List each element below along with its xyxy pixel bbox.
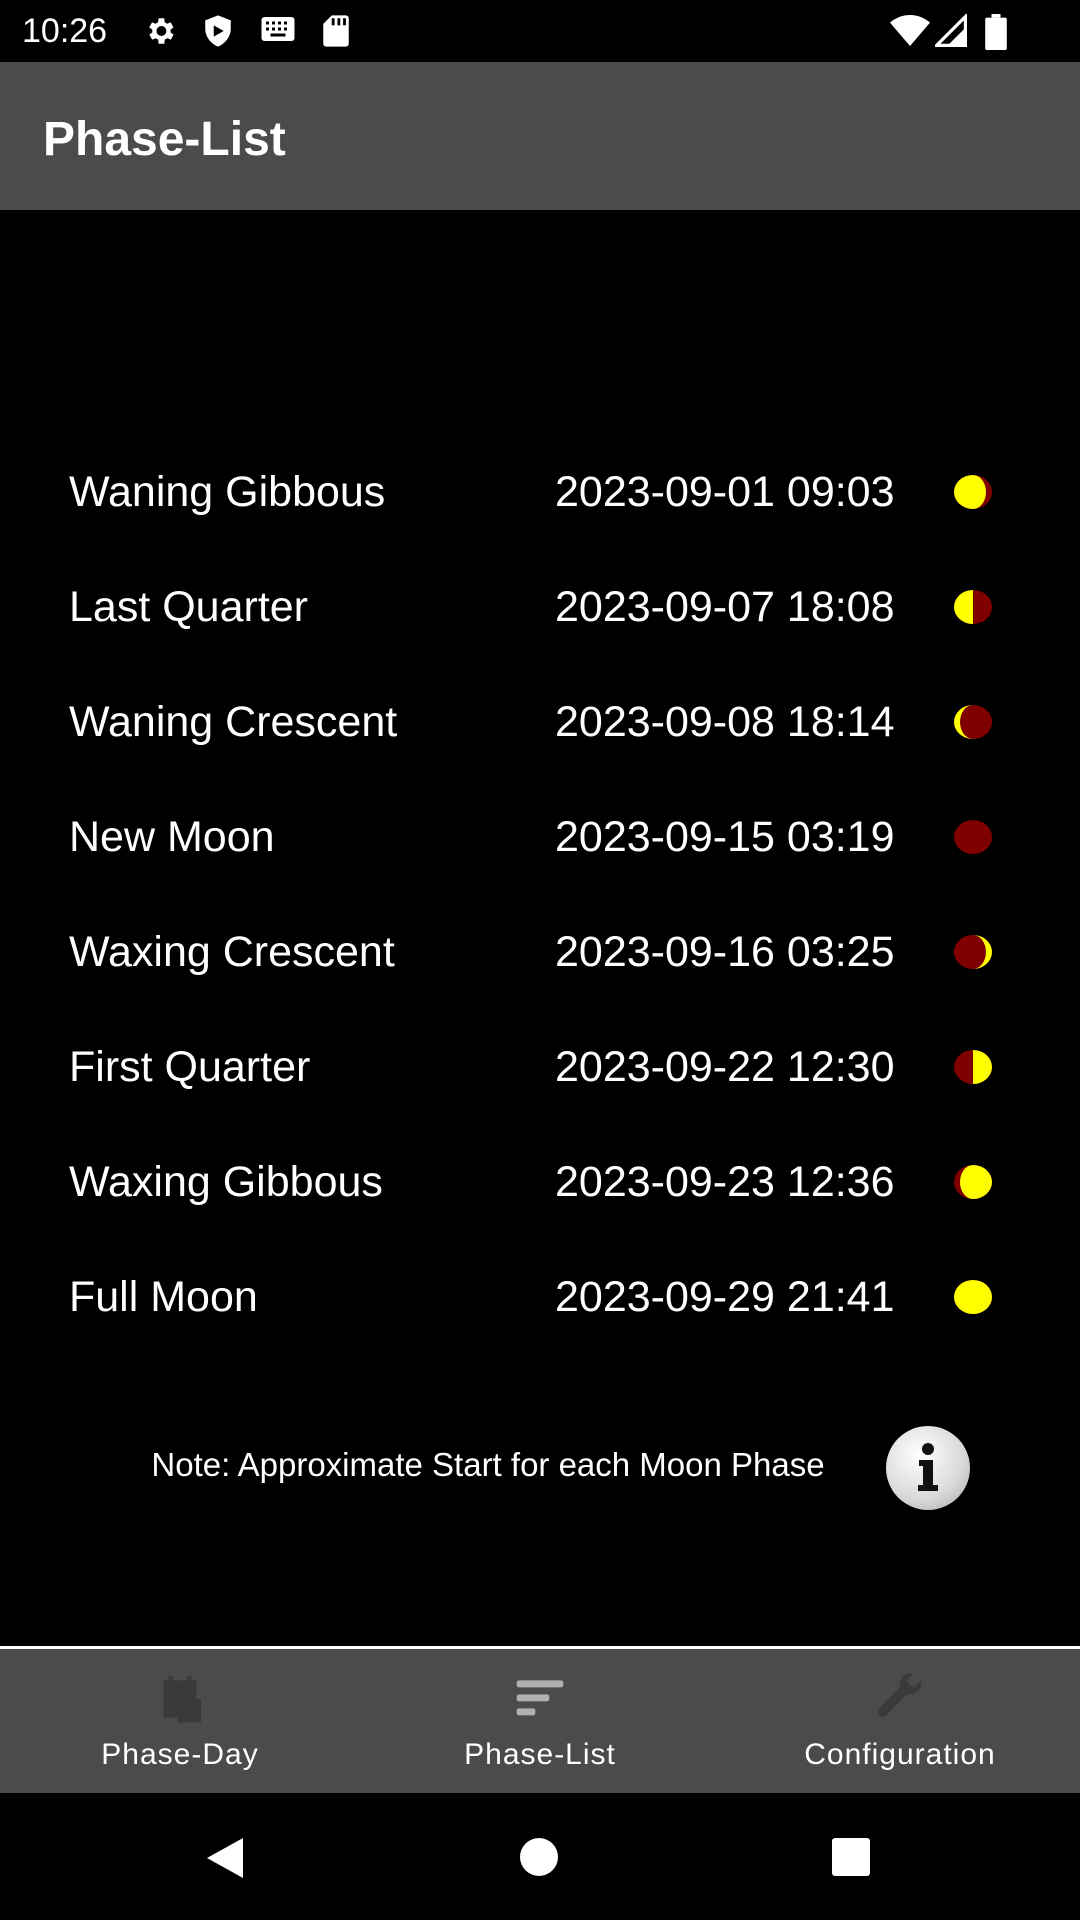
tab-label: Phase-Day bbox=[101, 1738, 259, 1771]
system-nav-bar bbox=[0, 1793, 1080, 1920]
sd-card-icon bbox=[323, 15, 349, 47]
phase-name: Waning Crescent bbox=[69, 698, 398, 746]
phase-row: First Quarter 2023-09-22 12:30 bbox=[0, 1027, 1080, 1107]
bottom-nav: Phase-Day Phase-List Configuration bbox=[0, 1649, 1080, 1793]
signal-icon bbox=[935, 14, 967, 47]
wrench-icon bbox=[877, 1673, 922, 1717]
waxing-crescent-icon bbox=[953, 934, 993, 975]
phase-date: 2023-09-23 12:36 bbox=[555, 1158, 895, 1206]
phase-row: Waning Gibbous 2023-09-01 09:03 bbox=[0, 452, 1080, 532]
app-bar: Phase-List bbox=[0, 62, 1080, 210]
full-moon-icon bbox=[953, 1279, 993, 1320]
waxing-gibbous-icon bbox=[953, 1164, 993, 1205]
tab-phase-list[interactable]: Phase-List bbox=[360, 1649, 720, 1793]
phase-row: Full Moon 2023-09-29 21:41 bbox=[0, 1257, 1080, 1337]
note-text: Note: Approximate Start for each Moon Ph… bbox=[151, 1446, 825, 1483]
phase-date: 2023-09-16 03:25 bbox=[555, 928, 895, 976]
last-quarter-icon bbox=[953, 589, 993, 630]
tab-configuration[interactable]: Configuration bbox=[720, 1649, 1080, 1793]
wifi-icon bbox=[890, 15, 930, 46]
battery-icon bbox=[985, 14, 1007, 50]
phase-date: 2023-09-08 18:14 bbox=[555, 698, 895, 746]
info-button[interactable] bbox=[886, 1426, 970, 1510]
back-icon[interactable] bbox=[203, 1836, 247, 1880]
phase-row: Waning Crescent 2023-09-08 18:14 bbox=[0, 682, 1080, 762]
list-icon bbox=[516, 1680, 564, 1716]
first-quarter-icon bbox=[953, 1049, 993, 1090]
phase-date: 2023-09-22 12:30 bbox=[555, 1043, 895, 1091]
keyboard-icon bbox=[261, 17, 295, 41]
phase-name: Full Moon bbox=[69, 1273, 258, 1321]
phase-name: First Quarter bbox=[69, 1043, 311, 1091]
new-moon-icon bbox=[953, 819, 993, 860]
phase-name: Waxing Crescent bbox=[69, 928, 395, 976]
phase-row: Waxing Gibbous 2023-09-23 12:36 bbox=[0, 1142, 1080, 1222]
status-bar: 10:26 bbox=[0, 0, 1080, 62]
home-icon[interactable] bbox=[519, 1837, 559, 1877]
phase-date: 2023-09-01 09:03 bbox=[555, 468, 895, 516]
tab-phase-day[interactable]: Phase-Day bbox=[0, 1649, 360, 1793]
phase-name: Last Quarter bbox=[69, 583, 308, 631]
phase-date: 2023-09-15 03:19 bbox=[555, 813, 895, 861]
info-icon bbox=[918, 1443, 938, 1491]
tab-label: Phase-List bbox=[464, 1738, 616, 1771]
shield-icon bbox=[205, 15, 231, 47]
status-time: 10:26 bbox=[22, 12, 108, 50]
tab-label: Configuration bbox=[804, 1738, 996, 1771]
phase-name: Waxing Gibbous bbox=[69, 1158, 383, 1206]
phase-date: 2023-09-07 18:08 bbox=[555, 583, 895, 631]
phase-row: Last Quarter 2023-09-07 18:08 bbox=[0, 567, 1080, 647]
recents-icon[interactable] bbox=[831, 1837, 871, 1877]
phase-name: Waning Gibbous bbox=[69, 468, 386, 516]
calendar-icon bbox=[163, 1675, 201, 1723]
waning-gibbous-icon bbox=[953, 474, 993, 515]
waning-crescent-icon bbox=[953, 704, 993, 745]
phase-date: 2023-09-29 21:41 bbox=[555, 1273, 895, 1321]
phase-name: New Moon bbox=[69, 813, 275, 861]
phase-row: New Moon 2023-09-15 03:19 bbox=[0, 797, 1080, 877]
gear-icon bbox=[149, 18, 174, 44]
phase-row: Waxing Crescent 2023-09-16 03:25 bbox=[0, 912, 1080, 992]
page-title: Phase-List bbox=[43, 113, 286, 166]
